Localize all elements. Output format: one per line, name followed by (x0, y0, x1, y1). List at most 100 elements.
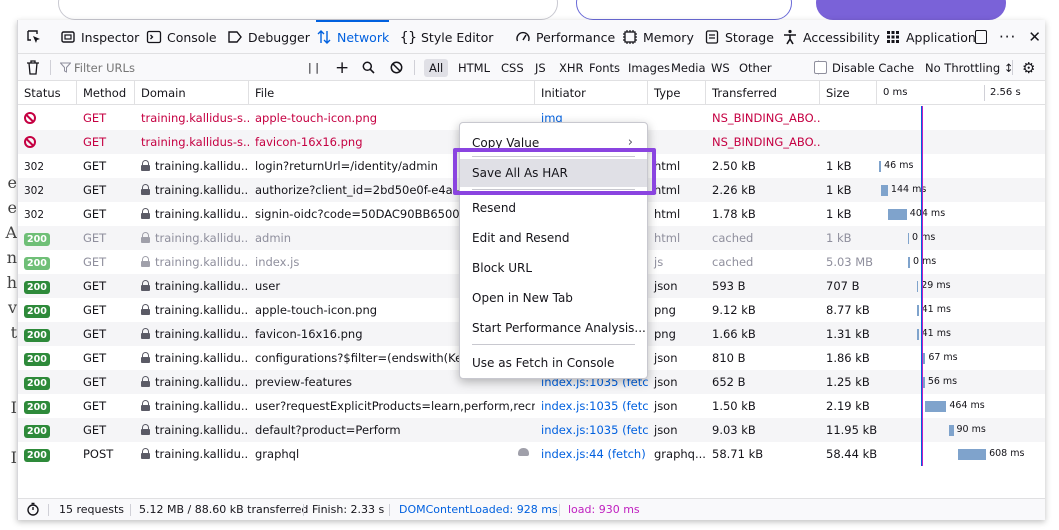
initiator-link[interactable]: index.js:1035 (fetch) (541, 423, 648, 437)
status-badge: 302 (24, 161, 45, 173)
search-button[interactable] (362, 54, 375, 81)
initiator-cell: index.js:1035 (fetch) (535, 418, 648, 442)
timing-bar (922, 353, 926, 364)
initiator-link[interactable]: index.js:1035 (fetch) (541, 399, 648, 413)
status-cell: 200 (18, 226, 77, 250)
domain-cell: training.kallidu... (135, 178, 249, 202)
blocked-icon (24, 112, 36, 124)
tab-performance[interactable]: Performance (515, 20, 615, 54)
table-row[interactable]: 200 GET training.kallidu... user?requestExp… (18, 394, 1045, 418)
tab-console[interactable]: Console (146, 20, 217, 54)
type-filter-fonts[interactable]: Fonts (584, 59, 625, 77)
timing-label: 56 ms (927, 376, 958, 387)
storage-icon (705, 30, 719, 44)
type-filter-media[interactable]: Media (666, 59, 711, 77)
status-cell: 302 (18, 178, 77, 202)
domain-text: training.kallidu... (155, 231, 249, 245)
table-row[interactable]: 200 GET training.kallidu... default?product… (18, 418, 1045, 442)
tab-accessibility[interactable]: Accessibility (782, 20, 880, 54)
timing-bar (881, 185, 888, 196)
menu-item-edit-and-resend[interactable]: Edit and Resend (460, 224, 647, 252)
menu-item-resend[interactable]: Resend (460, 194, 647, 222)
status-badge: 200 (24, 425, 50, 438)
menu-separator (472, 344, 635, 345)
type-filter-html[interactable]: HTML (453, 59, 495, 77)
tab-inspector[interactable]: Inspector (60, 20, 139, 54)
tab-label: Style Editor (421, 29, 494, 45)
throttling-select[interactable]: No Throttling ↕ (925, 54, 1013, 81)
domain-cell: training.kallidu... (135, 418, 249, 442)
column-header-status[interactable]: Status (18, 81, 77, 105)
menu-item-use-as-fetch-in-console[interactable]: Use as Fetch in Console (460, 349, 647, 377)
column-header-size[interactable]: Size (820, 81, 877, 105)
type-filter-other[interactable]: Other (734, 59, 777, 77)
status-cell: 200 (18, 346, 77, 370)
type-filter-ws[interactable]: WS (706, 59, 735, 77)
blocked-icon (24, 136, 36, 148)
table-row[interactable]: 200 POST training.kallidu... graphql index.j… (18, 442, 1045, 466)
column-header-initiator[interactable]: Initiator (535, 81, 648, 105)
domain-cell: training.kallidu... (135, 322, 249, 346)
type-cell (648, 130, 706, 154)
type-filter-all[interactable]: All (424, 58, 449, 77)
status-cell: 200 (18, 250, 77, 274)
performance-analysis-button[interactable] (26, 499, 40, 520)
column-header-method[interactable]: Method (77, 81, 135, 105)
initiator-link[interactable]: index.js:44 (fetch) (541, 447, 646, 461)
timing-label: 608 ms (989, 448, 1025, 459)
type-cell: html (654, 183, 681, 197)
domain-cell: training.kallidu... (135, 226, 249, 250)
tab-application[interactable]: Application (885, 20, 976, 54)
type-filter-wrapper: CSS (496, 54, 529, 81)
tab-memory[interactable]: Memory (622, 20, 694, 54)
tab-style-editor[interactable]: {} Style Editor (400, 20, 493, 54)
status-badge: 200 (24, 305, 50, 318)
menu-item-open-in-new-tab[interactable]: Open in New Tab (460, 284, 647, 312)
method-cell: GET (83, 351, 107, 365)
type-filter-css[interactable]: CSS (496, 59, 529, 77)
domain-text: training.kallidu... (155, 375, 249, 389)
menu-item-block-url[interactable]: Block URL (460, 254, 647, 282)
column-header-type[interactable]: Type (648, 81, 706, 105)
menu-item-label: Open in New Tab (472, 291, 573, 305)
tab-network[interactable]: Network (316, 20, 390, 54)
disable-cache-checkbox[interactable]: Disable Cache (814, 54, 914, 81)
transferred-cell: 58.71 kB (712, 447, 764, 461)
column-header-transferred[interactable]: Transferred (706, 81, 820, 105)
method-cell: POST (83, 447, 114, 461)
column-header-domain[interactable]: Domain (135, 81, 249, 105)
timing-bar (925, 401, 947, 412)
method-cell: GET (83, 159, 107, 173)
request-count: 15 requests (59, 503, 125, 516)
timing-bar (888, 209, 907, 220)
transferred-cell: NS_BINDING_ABO... (712, 111, 820, 125)
element-picker-button[interactable] (26, 20, 42, 54)
network-settings-icon[interactable]: ⚙ (1022, 54, 1035, 81)
menu-item-start-performance-analysis[interactable]: Start Performance Analysis... (460, 314, 647, 342)
pause-button[interactable]: | | (308, 54, 319, 81)
clear-requests-button[interactable] (26, 54, 40, 81)
domain-cell: training.kallidu... (135, 202, 249, 226)
tab-label: Console (167, 29, 217, 45)
close-devtools-icon[interactable]: ✕ (1028, 28, 1041, 46)
domain-cell: training.kallidu... (135, 250, 249, 274)
timing-label: 404 ms (909, 208, 946, 219)
tab-debugger[interactable]: Debugger (227, 20, 310, 54)
tab-storage[interactable]: Storage (704, 20, 774, 54)
more-options-icon[interactable]: ··· (999, 28, 1016, 46)
block-requests-button[interactable] (390, 54, 403, 81)
filter-urls-input[interactable] (74, 57, 314, 78)
method-cell: GET (83, 375, 107, 389)
status-cell: 200 (18, 394, 77, 418)
requests-table-header: Status Method Domain File Initiator Type Trans… (18, 81, 1045, 105)
dock-options-icon[interactable] (975, 30, 987, 44)
lock-icon (141, 280, 150, 291)
status-badge: 302 (24, 209, 45, 221)
add-request-icon[interactable]: + (335, 54, 349, 81)
size-cell: 1 kB (826, 231, 852, 245)
column-header-file[interactable]: File (249, 81, 535, 105)
type-filter-js[interactable]: JS (530, 59, 551, 77)
lock-icon (141, 208, 150, 219)
finish-time: Finish: 2.33 s (312, 503, 385, 516)
method-cell: GET (83, 327, 107, 341)
